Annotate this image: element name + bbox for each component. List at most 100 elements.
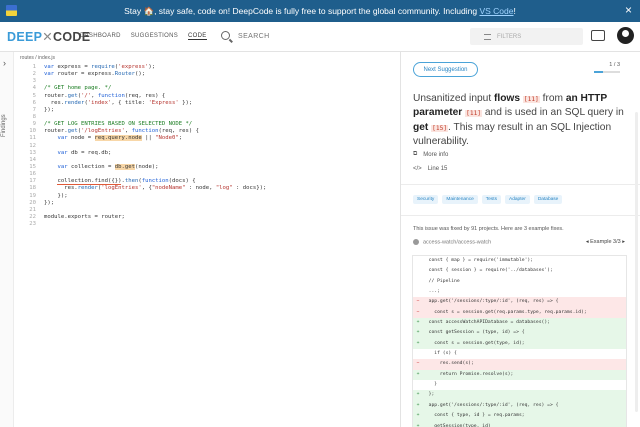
code-token: res. <box>44 99 65 106</box>
highlighted-token: db.get <box>114 163 135 170</box>
code-token: 'Express' <box>148 99 179 106</box>
fix-summary: This issue was fixed by 91 projects. Her… <box>413 226 564 232</box>
diff-code: res.send(s); <box>423 361 474 367</box>
filters-dropdown[interactable]: FILTERS <box>470 28 583 45</box>
diff-sign: + <box>416 371 420 377</box>
nav-dashboard[interactable]: DASHBOARD <box>80 33 121 40</box>
line-number: 10 <box>29 128 36 135</box>
code-line[interactable]: 10 router.get('/logEntries', function(req… <box>14 128 400 135</box>
code-line[interactable]: 23 <box>14 221 400 228</box>
top-header: DEEP✕CODE DASHBOARD SUGGESTIONS CODE FIL… <box>0 22 640 52</box>
example-pager[interactable]: ◂ Example 3/3 ▸ <box>586 239 625 245</box>
line-link[interactable]: </> Line 15 <box>413 166 447 172</box>
findings-tab[interactable]: Findings <box>1 114 7 137</box>
tag-adapter[interactable]: Adapter <box>505 195 530 204</box>
line-number: 19 <box>29 192 36 199</box>
search-icon[interactable] <box>221 31 230 40</box>
code-line[interactable]: 13 var db = req.db; <box>14 150 400 157</box>
code-token: express = <box>54 64 92 70</box>
code-line[interactable]: 22 module.exports = router; <box>14 214 400 221</box>
code-line[interactable]: 3 <box>14 78 400 85</box>
line-ref[interactable]: [11] <box>522 96 540 103</box>
code-line[interactable]: 18 res.render('logEntries', {"nodeName" … <box>14 185 400 192</box>
code-line[interactable]: 8 <box>14 114 400 121</box>
suggestion-panel: Next Suggestion 1 / 3 Unsanitized input … <box>400 52 640 427</box>
code-line[interactable]: 1 var express = require('express'); <box>14 64 400 71</box>
line-ref[interactable]: [11] <box>465 110 483 118</box>
code-line[interactable]: 19 }); <box>14 193 400 200</box>
line-number: 2 <box>32 71 36 78</box>
code-token: var <box>57 163 68 170</box>
repo-link[interactable]: access-watch/access-watch <box>423 239 491 245</box>
diff-sign <box>413 349 423 359</box>
code-line[interactable]: 6 res.render('index', { title: 'Express'… <box>14 100 400 107</box>
next-suggestion-button[interactable]: Next Suggestion <box>413 62 478 77</box>
chevron-right-icon[interactable]: › <box>3 58 6 68</box>
tag-tests[interactable]: Tests <box>481 195 501 204</box>
banner-text: Stay 🏠, stay safe, code on! DeepCode is … <box>124 5 516 16</box>
code-token: : docs}); <box>232 185 267 192</box>
line-number: 9 <box>32 121 36 128</box>
deepcode-logo[interactable]: DEEP✕CODE <box>7 29 90 44</box>
code-token: router = express. <box>54 71 115 78</box>
diff-code: // Pipeline <box>423 278 460 284</box>
code-token: }); <box>44 199 55 206</box>
code-line[interactable]: 14 <box>14 157 400 164</box>
line-number: 18 <box>29 185 36 192</box>
line-number: 20 <box>29 199 36 206</box>
code-token: db = req.db; <box>67 149 112 156</box>
code-token: router. <box>44 128 68 135</box>
more-info-link[interactable]: ⧉ More info <box>413 151 448 158</box>
close-icon[interactable]: × <box>625 3 632 17</box>
code-line[interactable]: 4 /* GET home page. */ <box>14 85 400 92</box>
diff-code: }; <box>423 392 435 398</box>
diff-code: const getSession = (type, id) => { <box>423 330 525 336</box>
user-avatar-icon[interactable] <box>617 27 634 44</box>
flag-icon <box>6 5 17 16</box>
nav-suggestions[interactable]: SUGGESTIONS <box>131 33 178 40</box>
line-number: 6 <box>32 99 36 106</box>
search-input[interactable] <box>238 30 438 42</box>
code-line[interactable]: 11 var node = req.query.node || "Node0"; <box>14 135 400 142</box>
tag-security[interactable]: Security <box>413 195 439 204</box>
findings-sidebar: › Findings <box>0 52 14 427</box>
code-line[interactable]: 21 <box>14 207 400 214</box>
code-lines: 1 var express = require('express'); 2 var r… <box>14 64 400 228</box>
panel-scrollbar[interactable] <box>635 112 638 412</box>
code-line[interactable]: 9 /* GET LOG ENTRIES BASED ON SELECTED NO… <box>14 121 400 128</box>
diff-sign: + <box>416 320 420 326</box>
line-number: 8 <box>32 113 36 120</box>
diff-line: } <box>413 380 626 390</box>
code-token: || <box>141 135 156 142</box>
divider <box>401 184 640 185</box>
code-token: function <box>141 178 169 185</box>
tag-database[interactable]: Database <box>533 195 563 204</box>
code-line[interactable]: 12 <box>14 143 400 150</box>
main-nav: DASHBOARD SUGGESTIONS CODE <box>80 33 207 40</box>
code-token: require <box>91 64 115 70</box>
message-icon[interactable] <box>591 30 605 41</box>
code-line[interactable]: 2 var router = express.Router(); <box>14 71 400 78</box>
tag-maintenance[interactable]: Maintenance <box>442 195 478 204</box>
code-token: 'logEntries' <box>101 185 142 192</box>
code-token: then <box>124 178 139 185</box>
code-line[interactable]: 7}); <box>14 107 400 114</box>
line-number: 7 <box>32 106 36 113</box>
code-line[interactable]: 17 collection.find({}).then(function(doc… <box>14 178 400 186</box>
line-number: 22 <box>29 213 36 220</box>
diff-line: + app.get('/sessions/:type/:id', (req, r… <box>413 400 626 412</box>
nav-code[interactable]: CODE <box>188 33 207 40</box>
code-line[interactable]: 16 <box>14 171 400 178</box>
code-line[interactable]: 20}); <box>14 200 400 207</box>
filter-icon <box>484 33 491 40</box>
line-number: 17 <box>29 178 36 185</box>
code-line[interactable]: 5 router.get('/', function(req, res) { <box>14 93 400 100</box>
code-line[interactable]: 15 var collection = db.get(node); <box>14 163 400 171</box>
filters-label: FILTERS <box>497 33 522 40</box>
line-ref[interactable]: [15] <box>431 124 449 132</box>
diff-line: // Pipeline <box>413 277 626 287</box>
vscode-link[interactable]: VS Code <box>479 6 513 16</box>
diff-sign: − <box>416 299 420 305</box>
